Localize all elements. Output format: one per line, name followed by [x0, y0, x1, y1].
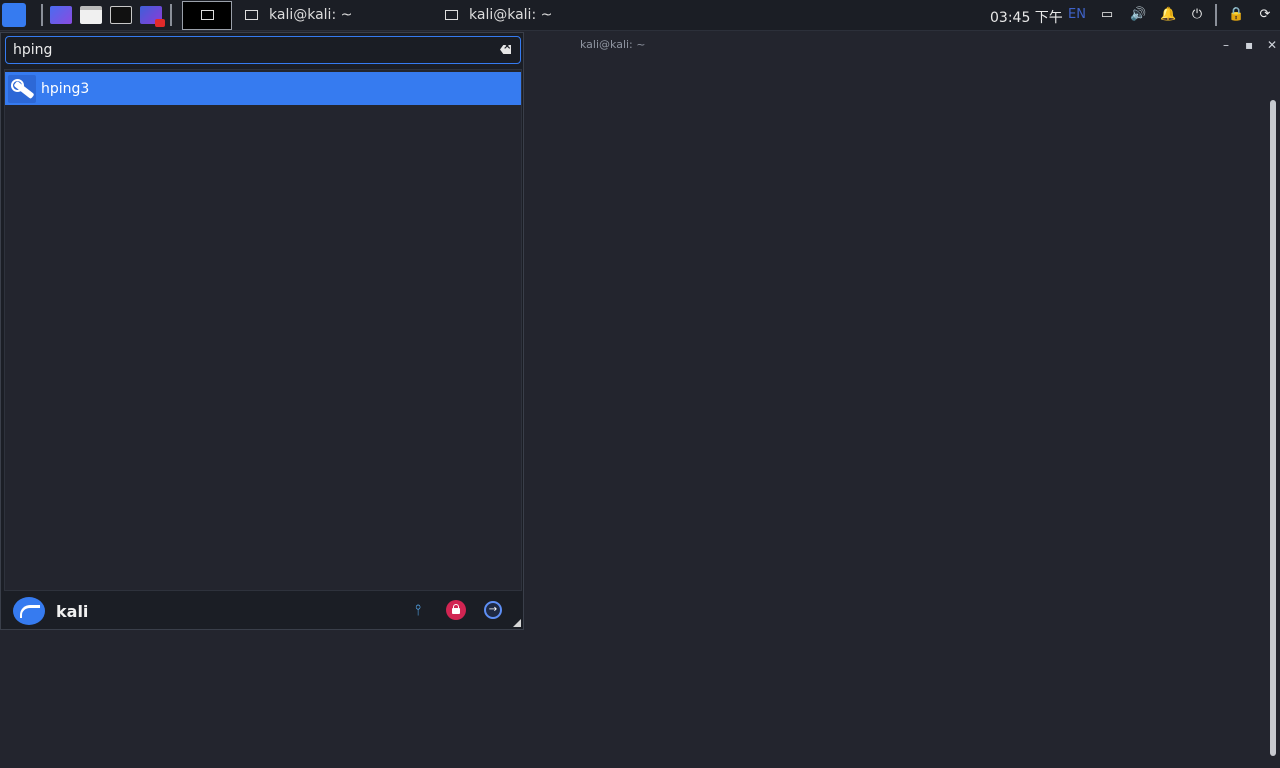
clear-search-icon[interactable] [500, 45, 511, 54]
show-desktop-icon[interactable] [50, 6, 72, 24]
terminal-launcher-icon[interactable] [110, 6, 132, 24]
clock[interactable]: 03:45 下午 [990, 7, 1063, 27]
volume-icon[interactable]: 🔊 [1130, 8, 1146, 22]
logout-icon[interactable]: ⟳ [1258, 8, 1272, 22]
lock-screen-button[interactable] [446, 600, 466, 620]
taskbar-item-terminal-2[interactable]: kali@kali: ~ [445, 0, 552, 30]
list-item[interactable]: hping3 [5, 72, 521, 105]
lock-screen-icon[interactable]: 🔒 [1228, 8, 1244, 22]
kali-menu-icon[interactable] [2, 3, 26, 27]
display-icon[interactable]: ▭ [1100, 8, 1114, 22]
taskbar-item-label: kali@kali: ~ [469, 7, 553, 23]
file-manager-icon[interactable] [80, 6, 102, 24]
power-manager-icon[interactable]: ⏻ [1190, 8, 1204, 22]
avatar [13, 597, 45, 625]
screen-recorder-icon[interactable] [140, 6, 165, 27]
maximize-button[interactable]: ▪ [1245, 38, 1253, 52]
settings-manager-button[interactable]: ⫯ [408, 600, 428, 620]
user-name: kali [56, 602, 89, 621]
panel-separator [41, 4, 43, 26]
terminal-icon [245, 10, 258, 20]
log-out-button[interactable]: → [484, 601, 502, 619]
terminal-icon [445, 10, 458, 20]
panel-separator [1215, 4, 1217, 26]
list-item-label: hping3 [41, 80, 90, 97]
search-results-list: hping3 [4, 69, 522, 591]
application-menu: hping3 kali ⫯ → [0, 32, 524, 630]
panel-separator [170, 4, 172, 26]
taskbar-item-label: kali@kali: ~ [269, 7, 353, 23]
hping3-icon [8, 74, 36, 103]
taskbar-item-terminal-1[interactable]: kali@kali: ~ [245, 0, 352, 30]
search-box [5, 36, 521, 64]
terminal-window-thumb-icon [201, 10, 214, 20]
top-panel: kali@kali: ~ kali@kali: ~ 03:45 下午 EN ▭ … [0, 0, 1280, 31]
search-input[interactable] [13, 41, 483, 59]
notification-bell-icon[interactable]: 🔔 [1160, 8, 1176, 22]
keyboard-layout-indicator[interactable]: EN [1068, 7, 1086, 22]
minimize-button[interactable]: – [1223, 38, 1229, 52]
menu-footer: kali ⫯ → [1, 591, 523, 629]
close-button[interactable]: ✕ [1267, 38, 1277, 52]
terminal-scrollbar[interactable] [1270, 100, 1276, 756]
resize-grip[interactable] [513, 619, 521, 627]
workspace-switcher[interactable] [182, 1, 232, 30]
terminal-window-title: kali@kali: ~ [580, 38, 646, 51]
